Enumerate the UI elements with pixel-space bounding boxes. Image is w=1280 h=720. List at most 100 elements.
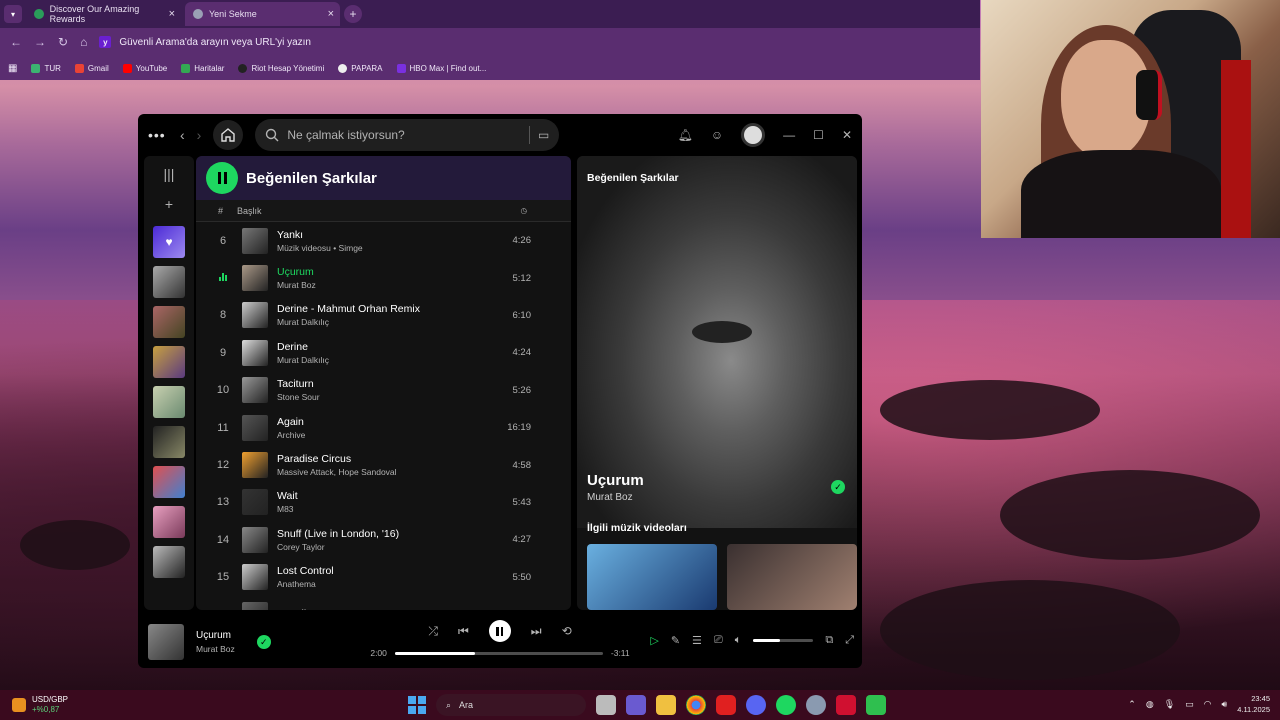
related-video-thumb[interactable] (587, 544, 717, 610)
youtube-icon[interactable] (716, 695, 736, 715)
browse-icon[interactable]: ▭ (538, 128, 549, 142)
next-icon[interactable]: ⏭ (531, 624, 542, 639)
chevron-up-icon[interactable]: ⌃ (1128, 699, 1136, 710)
wifi-icon[interactable]: ◠ (1204, 699, 1212, 710)
player-song[interactable]: Uçurum (196, 630, 235, 641)
back-icon[interactable]: ← (10, 35, 22, 49)
valorant-icon[interactable] (836, 695, 856, 715)
track-title[interactable]: Snuff (Live in London, '16) (277, 528, 497, 540)
track-artist[interactable]: Murat Dalkılıç (277, 317, 497, 327)
taskbar-search[interactable]: ⌕ Ara (436, 694, 586, 716)
track-title[interactable]: Lost Control (277, 565, 497, 577)
track-title[interactable]: Uçurum (277, 266, 497, 278)
friend-activity-icon[interactable]: ☺ (711, 128, 723, 142)
file-explorer-icon[interactable] (656, 695, 676, 715)
speaker-icon[interactable]: 🔊︎ (1222, 699, 1228, 710)
now-playing-view-icon[interactable]: ▷ (650, 634, 658, 647)
teams-icon[interactable] (626, 695, 646, 715)
maximize-icon[interactable]: ☐ (813, 128, 824, 142)
liked-check-icon[interactable]: ✓ (256, 635, 271, 649)
track-title[interactable]: Derine - Mahmut Orhan Remix (277, 303, 497, 315)
table-row[interactable]: 13 Wait M83 5:43 (196, 484, 571, 521)
settings-icon[interactable] (806, 695, 826, 715)
player-artist[interactable]: Murat Boz (196, 644, 235, 654)
library-playlist-thumb[interactable] (153, 266, 185, 298)
table-row[interactable]: Uçurum Murat Boz 5:12 (196, 259, 571, 296)
track-artist[interactable]: Murat Boz (277, 280, 497, 290)
column-title[interactable]: Başlık (237, 206, 262, 216)
track-artist[interactable]: Müzik videosu • Simge (277, 243, 497, 253)
notifications-bell-icon[interactable]: 🔔︎ (678, 128, 693, 142)
shuffle-icon[interactable]: ⤮ (428, 624, 438, 639)
display-icon[interactable]: ▭ (1185, 699, 1194, 710)
library-playlist-thumb[interactable] (153, 426, 185, 458)
avatar[interactable] (741, 123, 766, 147)
microphone-icon[interactable]: 🎙︎ (1164, 699, 1175, 710)
browser-tab[interactable]: Discover Our Amazing Rewards × (26, 2, 181, 26)
repeat-icon[interactable]: ⟲ (562, 624, 572, 638)
bookmark-gmail[interactable]: Gmail (74, 63, 109, 73)
bookmark-papara[interactable]: PAPARA (338, 63, 383, 73)
track-artist[interactable]: Corey Taylor (277, 542, 497, 552)
liked-check-icon[interactable]: ✓ (831, 480, 845, 494)
now-playing-cover[interactable] (148, 624, 184, 660)
start-icon[interactable] (408, 696, 426, 714)
menu-dots-icon[interactable]: ••• (148, 127, 168, 143)
library-playlist-thumb[interactable] (153, 346, 185, 378)
related-video-thumb[interactable] (727, 544, 857, 610)
forward-arrow-icon[interactable]: › (197, 127, 202, 143)
home-icon[interactable]: ⌂ (80, 35, 87, 49)
track-artist[interactable]: Anathema (277, 579, 497, 589)
bookmark-maps[interactable]: Haritalar (181, 63, 224, 73)
track-title[interactable]: Derine (277, 341, 497, 353)
browser-tab-active[interactable]: Yeni Sekme × (185, 2, 340, 26)
table-row[interactable]: 16 Angelica 5:51 (196, 596, 571, 610)
lyrics-icon[interactable]: ✎ (671, 634, 680, 647)
library-playlist-thumb[interactable] (153, 466, 185, 498)
library-playlist-thumb[interactable] (153, 506, 185, 538)
forward-icon[interactable]: → (34, 35, 46, 49)
home-button[interactable] (213, 120, 244, 150)
table-row[interactable]: 8 Derine - Mahmut Orhan Remix Murat Dalkıl… (196, 297, 571, 334)
reload-icon[interactable]: ↻ (58, 35, 68, 49)
track-title[interactable]: Again (277, 416, 497, 428)
table-row[interactable]: 10 Taciturn Stone Sour 5:26 (196, 372, 571, 409)
track-title[interactable]: Paradise Circus (277, 453, 497, 465)
playlist-pause-button[interactable] (206, 162, 238, 194)
bookmark-hbo[interactable]: HBO Max | Find out... (396, 63, 486, 73)
table-row[interactable]: 6 Yankı Müzik videosu • Simge 4:26 (196, 222, 571, 259)
track-title[interactable]: Wait (277, 490, 497, 502)
connect-device-icon[interactable]: ⎚ (714, 634, 723, 647)
track-title[interactable]: Yankı (277, 229, 497, 241)
spotify-icon[interactable] (776, 695, 796, 715)
chrome-icon[interactable] (686, 695, 706, 715)
table-row[interactable]: 12 Paradise Circus Massive Attack, Hope Sa… (196, 446, 571, 483)
tab-list-button[interactable]: ▾ (4, 5, 22, 23)
track-artist[interactable]: Archive (277, 430, 497, 440)
bookmark-youtube[interactable]: YouTube (122, 63, 167, 73)
currency-widget[interactable]: USD/GBP +%0,87 (12, 695, 68, 715)
address-bar[interactable]: y Güvenli Arama'da arayın veya URL'yi ya… (99, 31, 980, 53)
clock[interactable]: 23:45 4.11.2025 (1237, 693, 1270, 715)
network-icon[interactable]: ◍ (1146, 699, 1154, 710)
table-row[interactable]: 15 Lost Control Anathema 5:50 (196, 559, 571, 596)
apps-grid-icon[interactable]: ▦ (8, 63, 17, 74)
minimize-icon[interactable]: — (783, 128, 795, 142)
table-row[interactable]: 9 Derine Murat Dalkılıç 4:24 (196, 334, 571, 371)
volume-icon[interactable]: 🔈︎ (735, 634, 742, 647)
table-row[interactable]: 14 Snuff (Live in London, '16) Corey Taylo… (196, 521, 571, 558)
previous-icon[interactable]: ⏮ (458, 624, 469, 639)
liked-songs-thumb[interactable]: ♥ (153, 226, 185, 258)
discord-icon[interactable] (746, 695, 766, 715)
library-playlist-thumb[interactable] (153, 546, 185, 578)
miniplayer-icon[interactable]: ⧉ (825, 634, 833, 647)
track-title[interactable]: Taciturn (277, 378, 497, 390)
library-icon[interactable]: ||| (164, 166, 175, 188)
track-artist[interactable]: Massive Attack, Hope Sandoval (277, 467, 497, 477)
close-window-icon[interactable]: ✕ (842, 128, 852, 142)
close-icon[interactable]: × (328, 8, 334, 20)
track-artist[interactable]: M83 (277, 504, 497, 514)
app-icon[interactable] (866, 695, 886, 715)
track-artist[interactable]: Stone Sour (277, 392, 497, 402)
bookmark-riot[interactable]: Riot Hesap Yönetimi (238, 63, 324, 73)
